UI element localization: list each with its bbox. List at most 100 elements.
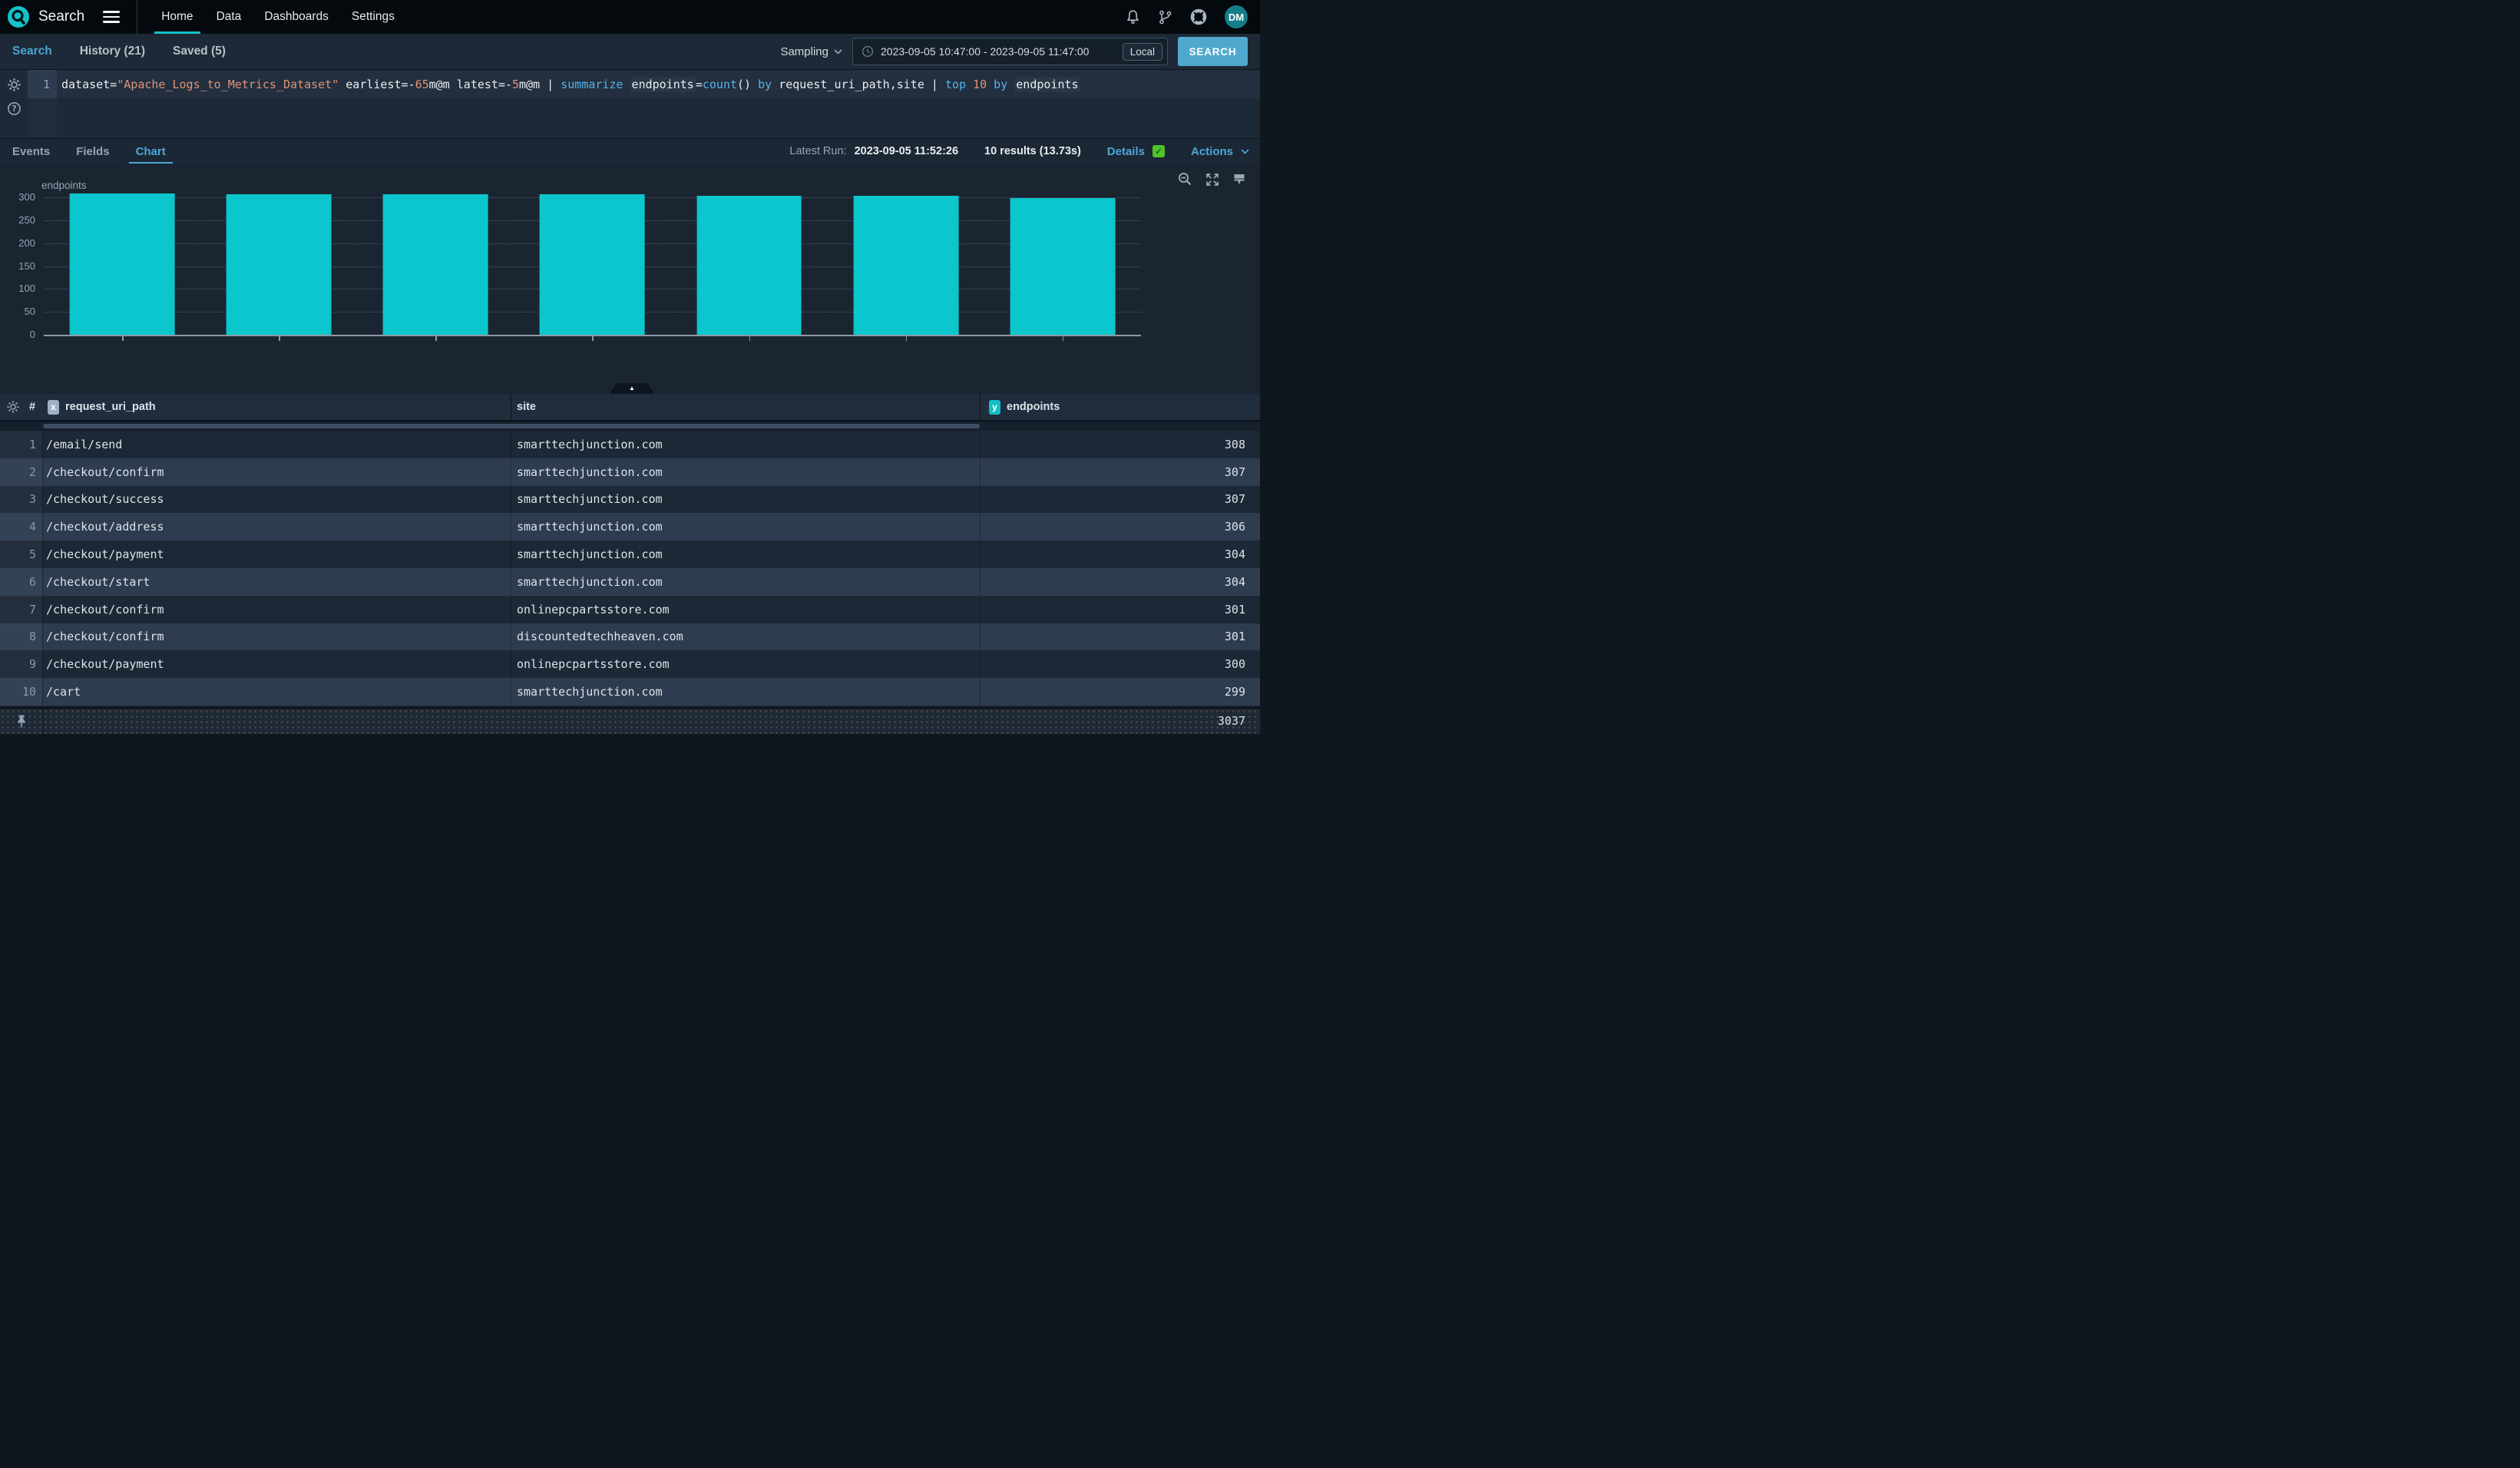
results-toolbar: Events Fields Chart Latest Run: 2023-09-05…: [0, 138, 1260, 164]
app-logo-icon[interactable]: [7, 5, 30, 28]
scrollbar-thumb[interactable]: [43, 424, 980, 428]
cell-site: onlinepcpartsstore.com: [517, 603, 670, 617]
bar-/checkou...success[interactable]: [383, 194, 488, 335]
results-toolbar-right: Latest Run: 2023-09-05 11:52:26 10 resul…: [789, 139, 1260, 164]
column-header-rownum[interactable]: #: [29, 394, 35, 420]
chart-y-tick-label: 50: [0, 306, 35, 317]
time-range-picker[interactable]: 2023-09-05 10:47:00 - 2023-09-05 11:47:0…: [852, 38, 1168, 65]
pin-icon: [15, 714, 28, 729]
details-label[interactable]: Details: [1107, 145, 1145, 158]
editor-help-icon[interactable]: ?: [7, 101, 21, 116]
chart-bar-slot: [357, 192, 514, 335]
table-row[interactable]: 6/checkout/startsmarttechjunction.com304: [0, 568, 1260, 596]
chevron-down-icon: [1241, 149, 1249, 154]
main-nav-tabs: HomeDataDashboardsSettings: [150, 0, 406, 34]
query-token: top: [945, 78, 966, 91]
user-avatar[interactable]: DM: [1225, 5, 1248, 28]
column-header-request-uri-path[interactable]: x request_uri_path: [48, 394, 156, 420]
nav-tab-home[interactable]: Home: [150, 0, 204, 34]
timezone-local-button[interactable]: Local: [1123, 43, 1162, 61]
nav-tab-dashboards[interactable]: Dashboards: [253, 0, 340, 34]
chart-style-paintbrush-icon[interactable]: [1232, 173, 1246, 187]
cell-site: smarttechjunction.com: [517, 465, 663, 479]
bar-/checkou...address[interactable]: [540, 194, 645, 335]
cell-request-uri-path: /checkout/success: [46, 492, 164, 506]
sampling-label: Sampling: [780, 45, 828, 58]
time-range-value: 2023-09-05 10:47:00 - 2023-09-05 11:47:0…: [881, 45, 1089, 58]
table-row[interactable]: 8/checkout/confirmdiscountedtechheaven.c…: [0, 623, 1260, 651]
results-tab-events[interactable]: Events: [12, 139, 50, 164]
chart-collapse-handle[interactable]: ▲: [610, 383, 654, 394]
search-toolbar-tab-history[interactable]: History (21): [80, 45, 145, 58]
bar-/checkou...payment[interactable]: [696, 196, 802, 335]
column-separator: [980, 431, 981, 458]
table-row[interactable]: 7/checkout/confirmonlinepcpartsstore.com…: [0, 596, 1260, 623]
help-lifebuoy-icon[interactable]: [1190, 8, 1207, 25]
row-number: 1: [0, 431, 43, 458]
query-token: 65: [415, 78, 429, 91]
app-title: Search: [38, 8, 84, 25]
search-toolbar-tab-saved[interactable]: Saved (5): [173, 45, 226, 58]
zoom-out-icon[interactable]: [1178, 172, 1192, 187]
nav-tab-settings[interactable]: Settings: [340, 0, 406, 34]
details-checkbox[interactable]: ✓: [1153, 145, 1165, 157]
chart-x-tick: [435, 336, 437, 341]
bar-/checkout/confirm[interactable]: [227, 194, 332, 335]
table-row[interactable]: 10/cartsmarttechjunction.com299: [0, 678, 1260, 706]
query-token: m@m |: [519, 78, 561, 91]
cell-request-uri-path: /checkout/start: [46, 575, 150, 589]
results-tab-chart[interactable]: Chart: [136, 139, 166, 164]
chart-x-tick: [749, 336, 751, 341]
query-input-line[interactable]: dataset="Apache_Logs_to_Metrics_Dataset"…: [61, 70, 1080, 98]
table-row[interactable]: 9/checkout/paymentonlinepcpartsstore.com…: [0, 650, 1260, 678]
chart-bar-slot: [44, 192, 200, 335]
bar-/email/send[interactable]: [70, 193, 175, 335]
query-token: [987, 78, 994, 91]
query-token: [1007, 78, 1014, 91]
query-token: 10: [973, 78, 987, 91]
cell-site: smarttechjunction.com: [517, 547, 663, 561]
chevron-down-icon: [834, 49, 842, 55]
chart-x-tick: [279, 336, 280, 341]
cell-endpoints: 299: [1225, 685, 1245, 699]
chart-x-tick: [906, 336, 908, 341]
results-tab-fields[interactable]: Fields: [76, 139, 109, 164]
chart-toolbar: [1178, 172, 1246, 187]
editor-settings-gear-icon[interactable]: [7, 78, 21, 92]
notifications-bell-icon[interactable]: [1126, 9, 1140, 25]
column-header-site[interactable]: site: [517, 394, 536, 420]
table-row[interactable]: 5/checkout/paymentsmarttechjunction.com3…: [0, 541, 1260, 568]
chart-y-tick-label: 0: [0, 329, 35, 340]
nav-tab-data[interactable]: Data: [205, 0, 253, 34]
cell-site: smarttechjunction.com: [517, 685, 663, 699]
search-toolbar-tab-search[interactable]: Search: [12, 45, 52, 58]
search-button[interactable]: SEARCH: [1178, 37, 1248, 66]
bar-/cart[interactable]: [1010, 198, 1116, 335]
expand-fullscreen-icon[interactable]: [1205, 173, 1219, 187]
hamburger-menu-icon[interactable]: [103, 11, 120, 23]
row-number: 8: [0, 623, 43, 651]
query-token: "Apache_Logs_to_Metrics_Dataset": [117, 78, 339, 91]
footer-pin-cell[interactable]: [0, 709, 44, 734]
latest-run-label: Latest Run:: [789, 145, 846, 157]
chart-x-tick: [122, 336, 124, 341]
sampling-dropdown[interactable]: Sampling: [780, 45, 842, 58]
git-branch-icon[interactable]: [1158, 9, 1172, 25]
footer-endpoints-total: 3037: [1218, 714, 1245, 728]
table-row[interactable]: 1/email/sendsmarttechjunction.com308: [0, 431, 1260, 458]
cell-endpoints: 300: [1225, 657, 1245, 671]
row-number: 3: [0, 486, 43, 514]
table-row[interactable]: 3/checkout/successsmarttechjunction.com3…: [0, 486, 1260, 514]
cell-endpoints: 301: [1225, 630, 1245, 643]
table-settings-gear-icon[interactable]: [6, 400, 20, 414]
actions-menu[interactable]: Actions: [1191, 145, 1233, 158]
column-header-endpoints[interactable]: y endpoints: [989, 394, 1060, 420]
query-token: endpoints: [1014, 77, 1080, 92]
bar-/checkout/start[interactable]: [853, 196, 958, 335]
y-axis-field-badge: y: [989, 400, 1000, 415]
table-row[interactable]: 2/checkout/confirmsmarttechjunction.com3…: [0, 458, 1260, 486]
row-number: 7: [0, 596, 43, 623]
row-number: 9: [0, 650, 43, 678]
table-row[interactable]: 4/checkout/addresssmarttechjunction.com3…: [0, 513, 1260, 541]
query-editor: ? 1 dataset="Apache_Logs_to_Metrics_Data…: [0, 69, 1260, 139]
